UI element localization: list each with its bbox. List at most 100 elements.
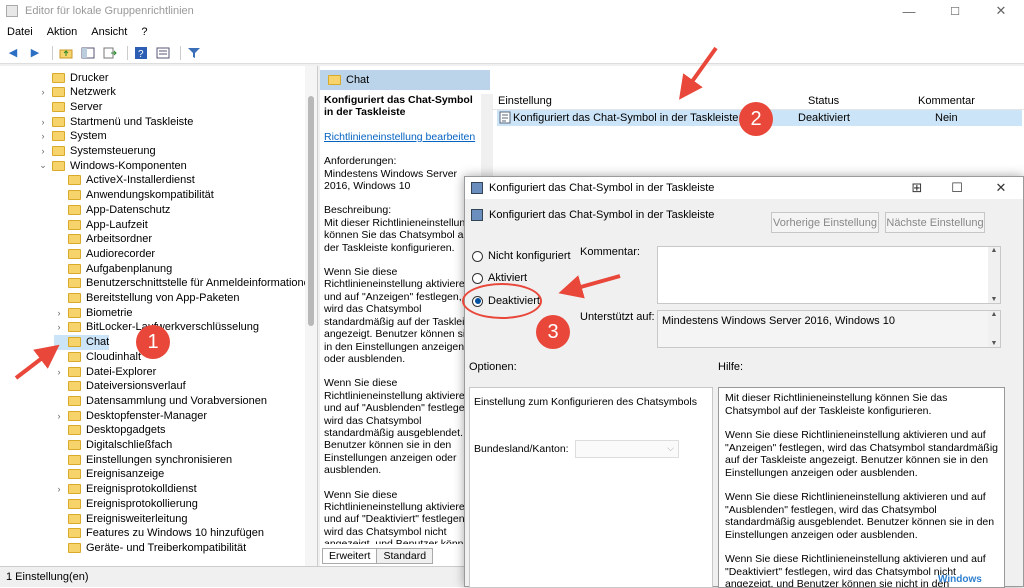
dialog-close-button[interactable]: ✕: [981, 177, 1021, 199]
comment-scrollbar[interactable]: ▲ ▼: [988, 247, 1000, 303]
tab-erweitert[interactable]: Erweitert: [322, 548, 378, 564]
folder-icon: [52, 146, 65, 156]
show-tree-icon[interactable]: [79, 45, 97, 61]
comment-textarea[interactable]: ▲ ▼: [657, 246, 1001, 304]
supported-scrollbar[interactable]: ▲ ▼: [988, 311, 1000, 347]
chevron-right-icon[interactable]: ›: [38, 131, 48, 141]
tree-item[interactable]: Dateiversionsverlauf: [54, 379, 186, 394]
col-status-header[interactable]: Status: [808, 95, 839, 107]
window-title: Editor für lokale Gruppenrichtlinien: [25, 5, 194, 17]
tree-item[interactable]: Desktopgadgets: [54, 423, 166, 438]
tree-item[interactable]: Server: [38, 99, 102, 114]
chevron-right-icon[interactable]: ›: [38, 146, 48, 156]
chevron-right-icon[interactable]: ›: [54, 367, 64, 377]
toolbar: ◀ ▶ ?: [0, 42, 1024, 64]
chevron-right-icon[interactable]: ›: [54, 484, 64, 494]
tree-item-label: Desktopfenster-Manager: [86, 409, 208, 422]
help-panel: Mit dieser Richtlinieneinstellung können…: [718, 387, 1005, 588]
tab-standard[interactable]: Standard: [376, 548, 434, 564]
tree-item[interactable]: Digitalschließfach: [54, 438, 172, 453]
chevron-right-icon[interactable]: ›: [54, 411, 64, 421]
tree-item[interactable]: Ereignisanzeige: [54, 467, 164, 482]
next-setting-button[interactable]: Nächste Einstellung: [885, 212, 985, 233]
menu-aktion[interactable]: Aktion: [40, 26, 85, 38]
folder-icon: [68, 248, 81, 259]
folder-icon: [68, 498, 81, 509]
col-setting-header[interactable]: Einstellung: [498, 95, 552, 107]
tree-scrollbar[interactable]: [305, 66, 317, 566]
properties-icon[interactable]: [154, 45, 172, 61]
tree-item[interactable]: › Ereignisprotokolldienst: [54, 482, 197, 497]
forward-arrow-icon[interactable]: ▶: [26, 45, 44, 61]
back-arrow-icon[interactable]: ◀: [4, 45, 22, 61]
tree-item[interactable]: Chat: [54, 334, 110, 350]
tree-item[interactable]: › Startmenü und Taskleiste: [38, 114, 194, 129]
tree-item[interactable]: Anwendungskompatibilität: [54, 188, 214, 203]
tree-item-label: Ereignisprotokollierung: [86, 497, 198, 510]
tree-item[interactable]: Benutzerschnittstelle für Anmeldeinforma…: [54, 276, 316, 291]
tree-item[interactable]: Audiorecorder: [54, 246, 155, 261]
chevron-down-icon[interactable]: ⌄: [38, 160, 48, 171]
annotation-ellipse: [462, 283, 542, 319]
folder-icon: [68, 425, 81, 436]
dialog-subtitle: Konfiguriert das Chat-Symbol in der Task…: [489, 209, 715, 221]
minimize-button[interactable]: —: [886, 0, 932, 22]
radio-circle[interactable]: [472, 250, 483, 262]
tree-item[interactable]: ⌄ Windows-Komponenten: [38, 158, 187, 173]
tree-item[interactable]: Ereignisweiterleitung: [54, 511, 188, 526]
toolbar-separator: [180, 45, 181, 60]
maximize-button[interactable]: ☐: [932, 0, 978, 22]
previous-setting-button[interactable]: Vorherige Einstellung: [771, 212, 879, 233]
tree-item[interactable]: Drucker: [38, 70, 109, 85]
annotation-badge-1: 1: [136, 325, 170, 359]
setting-description: Konfiguriert das Chat-Symbol in der Task…: [324, 94, 480, 544]
tree-item[interactable]: › System: [38, 129, 107, 144]
export-list-icon[interactable]: [101, 45, 119, 61]
tree-item[interactable]: › Datei-Explorer: [54, 364, 157, 379]
tree-item[interactable]: › Systemsteuerung: [38, 144, 156, 159]
folder-icon: [52, 131, 65, 142]
edit-policy-link[interactable]: Richtlinieneinstellung bearbeiten: [324, 131, 480, 143]
gpedit-app-icon: [6, 5, 18, 17]
snap-layout-icon[interactable]: ⊞: [897, 177, 937, 199]
policy-setting-icon: [499, 111, 511, 127]
tree-item[interactable]: App-Laufzeit: [54, 217, 148, 232]
menu-ansicht[interactable]: Ansicht: [84, 26, 134, 38]
state-dropdown[interactable]: ⌵: [575, 440, 679, 458]
radio-not-configured[interactable]: Nicht konfiguriert: [472, 250, 571, 262]
dialog-maximize-button[interactable]: ☐: [937, 177, 977, 199]
tree-item[interactable]: Ereignisprotokollierung: [54, 496, 198, 511]
filter-icon[interactable]: [185, 45, 203, 61]
tree-item[interactable]: › Netzwerk: [38, 85, 116, 100]
tree-item[interactable]: Cloudinhalt: [54, 349, 141, 364]
help-para-2: Wenn Sie diese Richtlinieneinstellung ak…: [725, 429, 999, 479]
help-icon[interactable]: ?: [132, 45, 150, 61]
tree-item-label: App-Laufzeit: [86, 218, 148, 231]
col-comment-header[interactable]: Kommentar: [918, 95, 975, 107]
tree-item[interactable]: ActiveX-Installerdienst: [54, 173, 195, 188]
tree-item[interactable]: Geräte- und Treiberkompatibilität: [54, 540, 246, 555]
tree-item[interactable]: › Biometrie: [54, 305, 133, 320]
tree-scrollbar-thumb[interactable]: [308, 96, 314, 326]
tree-item[interactable]: Aufgabenplanung: [54, 261, 172, 276]
tree-item-label: Aufgabenplanung: [86, 262, 173, 275]
tree-item[interactable]: Datensammlung und Vorabversionen: [54, 393, 267, 408]
tree-item[interactable]: Einstellungen synchronisieren: [54, 452, 232, 467]
tree-item[interactable]: Arbeitsordner: [54, 232, 152, 247]
menu-help[interactable]: ?: [134, 26, 154, 38]
chevron-right-icon[interactable]: ›: [38, 87, 48, 97]
tree-item[interactable]: App-Datenschutz: [54, 202, 170, 217]
folder-icon: [68, 484, 81, 495]
up-folder-icon[interactable]: [57, 45, 75, 61]
tree-item[interactable]: Bereitstellung von App-Paketen: [54, 291, 240, 306]
tree-item[interactable]: › Desktopfenster-Manager: [54, 408, 208, 423]
chevron-right-icon[interactable]: ›: [38, 117, 48, 127]
close-button[interactable]: ✕: [978, 0, 1024, 22]
menu-datei[interactable]: Datei: [0, 26, 40, 38]
chevron-right-icon[interactable]: ›: [54, 308, 64, 318]
radio-circle[interactable]: [472, 272, 483, 284]
chevron-right-icon[interactable]: ›: [54, 322, 64, 332]
tree-item-label: Anwendungskompatibilität: [86, 189, 214, 202]
tree-item[interactable]: Features zu Windows 10 hinzufügen: [54, 526, 264, 541]
supported-on-field: Mindestens Windows Server 2016, Windows …: [657, 310, 1001, 348]
